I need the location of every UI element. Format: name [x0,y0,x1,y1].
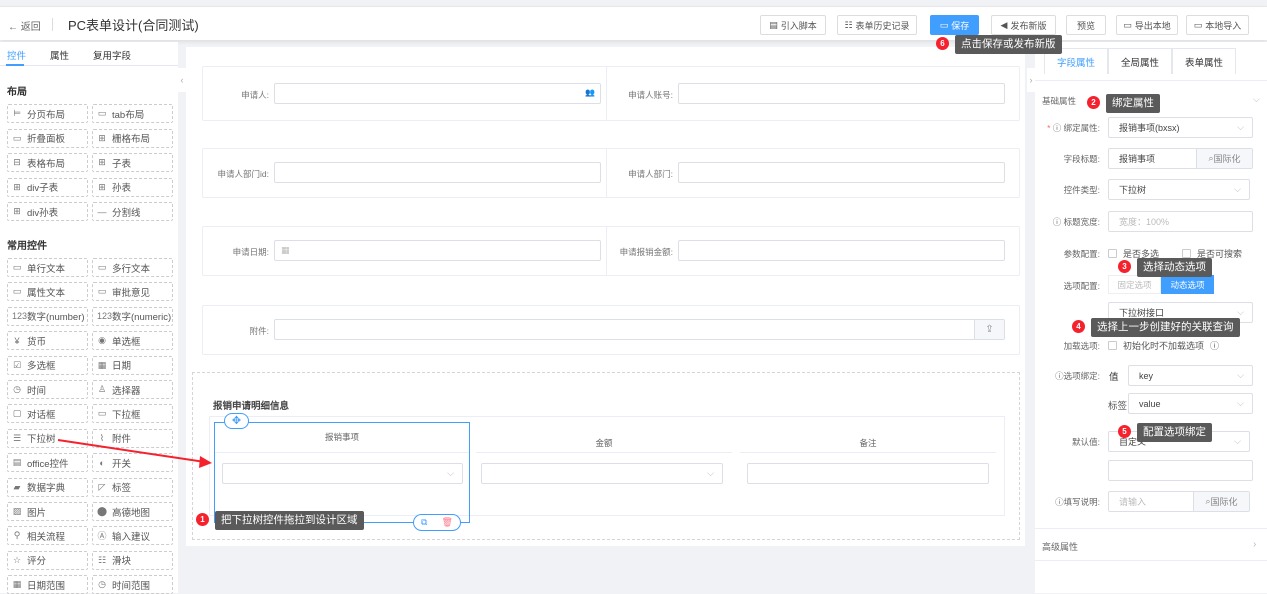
drag-arrow [57,439,212,468]
annotation-text: 选择上一步创建好的关联查询 [1091,318,1240,337]
annotation-callout: 3 选择动态选项 [1118,258,1212,277]
annotation-callout: 5 配置选项绑定 [1118,423,1212,442]
annotation-text: 把下拉树控件拖拉到设计区域 [215,511,364,530]
annotation-callout: 1 把下拉树控件拖拉到设计区域 [196,511,364,530]
step-badge: 1 [196,513,209,526]
annotation-text: 配置选项绑定 [1137,423,1212,442]
annotation-text: 选择动态选项 [1137,258,1212,277]
annotation-callout: 6 点击保存或发布新版 [936,35,1062,54]
annotation-callout: 2 绑定属性 [1087,94,1160,113]
step-badge: 2 [1087,96,1100,109]
step-badge: 5 [1118,425,1131,438]
annotation-text: 绑定属性 [1106,94,1160,113]
step-badge: 3 [1118,260,1131,273]
annotation-callout: 4 选择上一步创建好的关联查询 [1072,318,1240,337]
step-badge: 4 [1072,320,1085,333]
annotation-text: 点击保存或发布新版 [955,35,1062,54]
step-badge: 6 [936,37,949,50]
